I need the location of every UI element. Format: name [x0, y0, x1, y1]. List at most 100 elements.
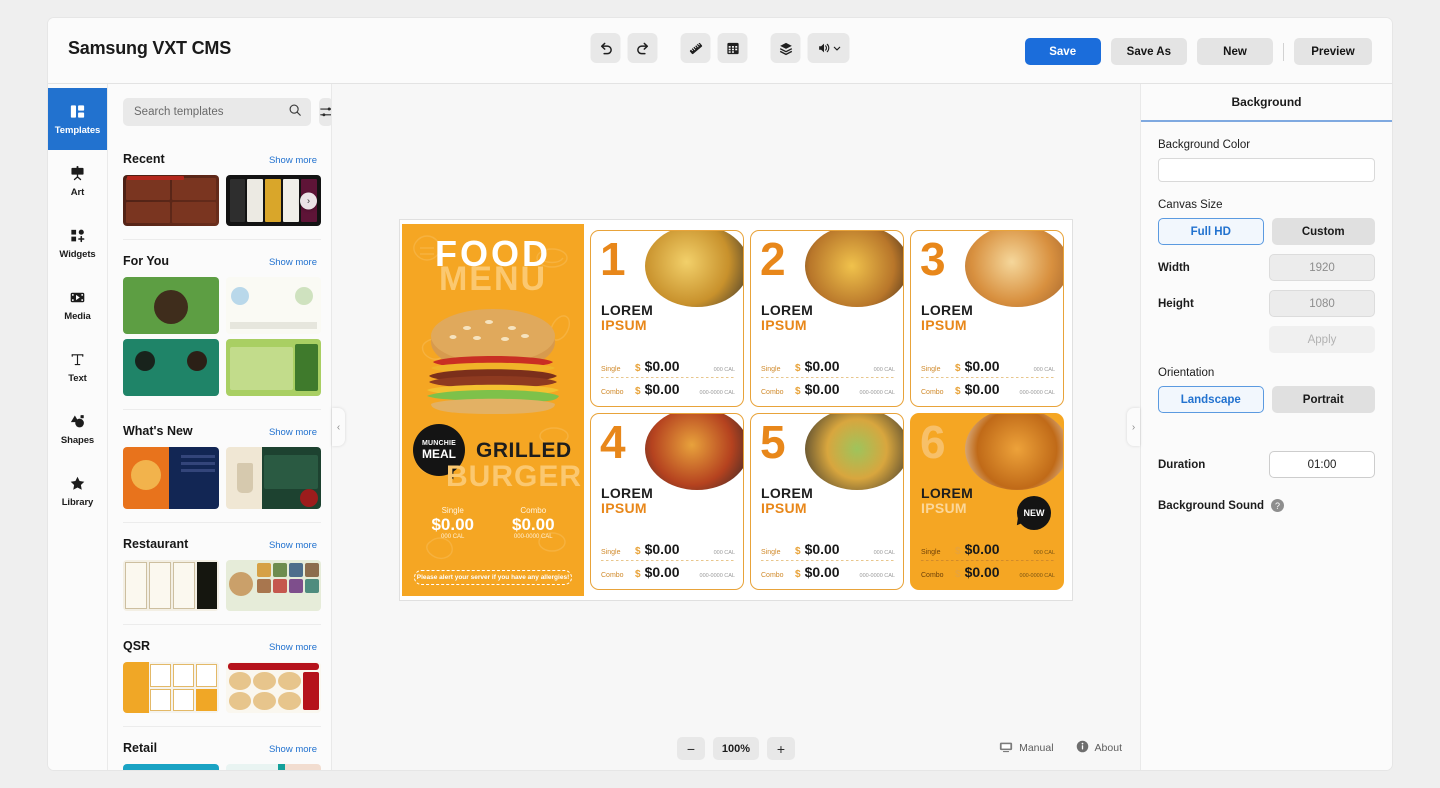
search-input[interactable] [134, 106, 288, 118]
template-thumbnail[interactable] [225, 447, 321, 509]
filter-icon[interactable] [319, 98, 331, 126]
search-box[interactable] [123, 98, 311, 126]
save-button[interactable]: Save [1024, 38, 1101, 65]
canvas-size-label: Canvas Size [1158, 199, 1223, 211]
price-value: $0.00 [804, 540, 840, 557]
template-thumbnail[interactable] [225, 339, 321, 396]
template-thumbnail[interactable] [123, 764, 219, 770]
portrait-button[interactable]: Portrait [1271, 386, 1375, 413]
about-link[interactable]: About [1076, 740, 1122, 756]
template-thumbnail[interactable] [225, 560, 321, 611]
card-prices: Single $ $0.00 000 CAL Combo $ $0.00 000-0000 … [761, 540, 895, 580]
redo-icon[interactable] [627, 33, 658, 63]
design-stage[interactable]: FOOD MENU MUNCHIE MEAL GRILLED BURGER Si… [400, 219, 1072, 600]
price-value: $0.00 [804, 563, 840, 580]
menu-card[interactable]: 1 LOREM IPSUM Single $ $0.00 000 CAL Combo $… [590, 229, 744, 407]
menu-card-grid: 1 LOREM IPSUM Single $ $0.00 000 CAL Combo $… [584, 223, 1070, 596]
custom-size-button[interactable]: Custom [1271, 218, 1375, 245]
munchie-line2: MEAL [422, 446, 456, 461]
section-restaurant: Restaurant Show more [108, 523, 331, 625]
thumbnail-row [123, 339, 321, 396]
menu-card[interactable]: 5 LOREM IPSUM Single $ $0.00 000 CAL Combo $… [750, 412, 904, 590]
template-thumbnail[interactable] [123, 447, 219, 509]
template-thumbnail[interactable]: › [225, 175, 321, 226]
price-label: Single [601, 365, 621, 373]
height-input[interactable]: 1080 [1269, 290, 1375, 317]
status-bar: Manual About [999, 740, 1122, 756]
sidebar-item-shapes[interactable]: Shapes [48, 398, 107, 460]
price-value: $0.00 [644, 380, 680, 397]
template-thumbnail[interactable] [123, 175, 219, 226]
card-prices: Single $ $0.00 000 CAL Combo $ $0.00 000-0000 … [601, 540, 735, 580]
template-thumbnail[interactable] [123, 339, 219, 396]
price-value: $0.00 [964, 563, 1000, 580]
ruler-icon[interactable] [680, 33, 711, 63]
media-icon [69, 288, 86, 306]
app-body: Templates Art Widgets Media Text Shapes … [48, 84, 1392, 770]
about-label: About [1094, 742, 1122, 754]
show-more-link[interactable]: Show more [269, 744, 317, 755]
template-thumbnail[interactable]: 30 [225, 764, 321, 770]
sidebar-item-templates[interactable]: Templates [48, 88, 107, 150]
sidebar-item-library[interactable]: Library [48, 460, 107, 522]
show-more-link[interactable]: Show more [269, 427, 317, 438]
template-thumbnail[interactable] [225, 662, 321, 713]
save-as-button[interactable]: Save As [1110, 38, 1187, 65]
template-thumbnail[interactable] [123, 277, 219, 334]
apply-button[interactable]: Apply [1269, 326, 1375, 353]
show-more-link[interactable]: Show more [269, 540, 317, 551]
sidebar-item-text[interactable]: Text [48, 336, 107, 398]
preview-button[interactable]: Preview [1294, 38, 1372, 65]
full-hd-button[interactable]: Full HD [1158, 218, 1264, 245]
sidebar-item-label: Library [61, 497, 94, 508]
show-more-link[interactable]: Show more [269, 155, 317, 166]
section-title: For You [123, 254, 170, 268]
properties-title: Background [1141, 84, 1392, 122]
show-more-link[interactable]: Show more [269, 642, 317, 653]
art-icon [69, 164, 86, 182]
manual-link[interactable]: Manual [999, 741, 1054, 756]
collapse-left-panel-handle[interactable]: ‹ [332, 408, 345, 446]
menu-card[interactable]: 4 LOREM IPSUM Single $ $0.00 000 CAL Combo $… [590, 412, 744, 590]
background-color-input[interactable] [1158, 158, 1375, 182]
section-for-you: For You Show more [108, 240, 331, 410]
card-title-line2: IPSUM [601, 499, 647, 516]
menu-card[interactable]: 6 LOREM IPSUM NEW Single $ $0.00 000 CAL Co… [910, 412, 1064, 590]
undo-icon[interactable] [590, 33, 621, 63]
next-arrow-icon[interactable]: › [300, 192, 317, 209]
hero-heading: FOOD MENU [402, 235, 584, 296]
zoom-out-button[interactable]: − [677, 737, 705, 760]
editor-toolbar [590, 33, 850, 63]
volume-icon[interactable] [807, 33, 850, 63]
help-icon[interactable]: ? [1271, 499, 1285, 512]
card-title: LOREM IPSUM [601, 303, 653, 332]
template-thumbnail[interactable] [123, 662, 219, 713]
sidebar-item-art[interactable]: Art [48, 150, 107, 212]
chevron-down-icon [833, 46, 840, 51]
price-label: Combo [601, 388, 624, 396]
hero-single-price: Single $0.00 000 CAL [431, 506, 474, 541]
price-label: Single [921, 365, 941, 373]
new-button[interactable]: New [1197, 38, 1273, 65]
layers-icon[interactable] [770, 33, 801, 63]
card-title-line1: LOREM [921, 301, 974, 318]
menu-card[interactable]: 3 LOREM IPSUM Single $ $0.00 000 CAL Combo $… [910, 229, 1064, 407]
hero-panel[interactable]: FOOD MENU MUNCHIE MEAL GRILLED BURGER Si… [402, 223, 584, 596]
zoom-level[interactable]: 100% [713, 737, 759, 760]
sidebar-item-widgets[interactable]: Widgets [48, 212, 107, 274]
grid-icon[interactable] [717, 33, 748, 63]
template-thumbnail[interactable] [225, 277, 321, 334]
sidebar-item-media[interactable]: Media [48, 274, 107, 336]
price-calories: 000 CAL [1033, 366, 1055, 373]
price-label: Single [761, 365, 781, 373]
duration-input[interactable]: 01:00 [1269, 451, 1375, 478]
template-thumbnail[interactable] [123, 560, 219, 611]
sidebar-item-label: Widgets [59, 249, 96, 260]
collapse-right-panel-handle[interactable]: › [1127, 408, 1140, 446]
menu-card[interactable]: 2 LOREM IPSUM Single $ $0.00 000 CAL Combo $… [750, 229, 904, 407]
landscape-button[interactable]: Landscape [1158, 386, 1264, 413]
zoom-in-button[interactable]: + [767, 737, 795, 760]
show-more-link[interactable]: Show more [269, 257, 317, 268]
width-input[interactable]: 1920 [1269, 254, 1375, 281]
search-row [108, 84, 331, 138]
